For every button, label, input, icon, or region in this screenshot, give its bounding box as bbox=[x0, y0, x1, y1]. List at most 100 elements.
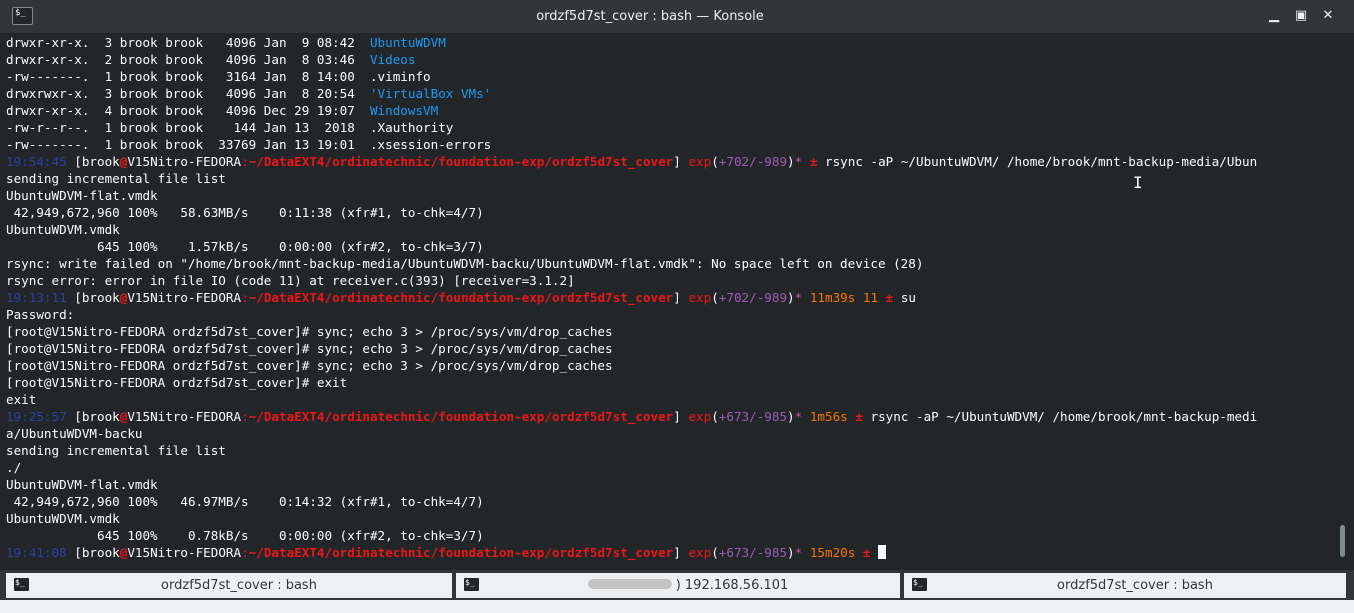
listing-row: -rw-r--r--. 1 brook brook 144 Jan 13 201… bbox=[6, 119, 1257, 136]
output-line: 645 100% 1.57kB/s 0:00:00 (xfr#2, to-chk… bbox=[6, 238, 1257, 255]
output-text: exit bbox=[6, 392, 37, 407]
listing-name: .viminfo bbox=[369, 69, 431, 84]
listing-meta: -rw-r--r--. 1 brook brook 144 Jan 13 201… bbox=[6, 120, 370, 135]
git-counts: +673/-985 bbox=[718, 409, 788, 424]
prompt-symbol: ± bbox=[862, 545, 879, 560]
output-text: rsync: write failed on "/home/brook/mnt-… bbox=[6, 256, 924, 271]
maximize-button[interactable]: ▣ bbox=[1291, 6, 1311, 26]
prompt-host: V15Nitro-FEDORA bbox=[127, 154, 242, 169]
terminal-output[interactable]: drwxr-xr-x. 3 brook brook 4096 Jan 9 08:… bbox=[0, 33, 1332, 570]
tab-1[interactable]: $_ ordzf5d7st_cover : bash bbox=[6, 573, 452, 598]
output-line: UbuntuWDVM-flat.vmdk bbox=[6, 187, 1257, 204]
prompt-bracket: ] bbox=[673, 545, 689, 560]
output-text: UbuntuWDVM.vmdk bbox=[6, 511, 120, 526]
window-title: ordzf5d7st_cover : bash — Konsole bbox=[536, 9, 764, 24]
tab-2[interactable]: $_ ) 192.168.56.101 bbox=[456, 573, 900, 598]
git-counts: +702/-989 bbox=[718, 290, 788, 305]
prompt-colon: : bbox=[241, 409, 249, 424]
output-line: 42,949,672,960 100% 46.97MB/s 0:14:32 (x… bbox=[6, 493, 1257, 510]
tab-3[interactable]: $_ ordzf5d7st_cover : bash bbox=[904, 573, 1346, 598]
prompt-time: 19:54:45 bbox=[6, 154, 67, 169]
paren: ) bbox=[787, 409, 795, 424]
paren: ( bbox=[711, 290, 719, 305]
git-branch: exp bbox=[688, 545, 712, 560]
output-line: rsync error: error in file IO (code 11) … bbox=[6, 272, 1257, 289]
command-duration: 15m20s bbox=[809, 545, 863, 560]
prompt-host: V15Nitro-FEDORA bbox=[127, 290, 242, 305]
prompt-colon: : bbox=[241, 154, 249, 169]
window-bottom-border bbox=[0, 600, 1354, 613]
prompt-colon: : bbox=[241, 290, 249, 305]
tab-label: ordzf5d7st_cover : bash bbox=[161, 578, 317, 593]
prompt-path: ~/DataEXT4/ordinatechnic/foundation-exp/… bbox=[248, 290, 674, 305]
listing-row: -rw-------. 1 brook brook 33769 Jan 13 1… bbox=[6, 136, 1257, 153]
listing-meta: drwxr-xr-x. 2 brook brook 4096 Jan 8 03:… bbox=[6, 52, 370, 67]
output-text: 42,949,672,960 100% 58.63MB/s 0:11:38 (x… bbox=[6, 205, 484, 220]
terminal-icon: $_ bbox=[464, 578, 479, 591]
output-line: [root@V15Nitro-FEDORA ordzf5d7st_cover]#… bbox=[6, 340, 1257, 357]
listing-name: WindowsVM bbox=[369, 103, 439, 118]
output-text: [root@V15Nitro-FEDORA ordzf5d7st_cover]#… bbox=[6, 324, 613, 339]
output-line: sending incremental file list bbox=[6, 442, 1257, 459]
paren: ) bbox=[787, 290, 795, 305]
listing-row: -rw-------. 1 brook brook 3164 Jan 8 14:… bbox=[6, 68, 1257, 85]
output-text: [root@V15Nitro-FEDORA ordzf5d7st_cover]#… bbox=[6, 341, 613, 356]
output-line: [root@V15Nitro-FEDORA ordzf5d7st_cover]#… bbox=[6, 323, 1257, 340]
prompt-user: [brook bbox=[66, 409, 120, 424]
command-duration: 11m39s bbox=[809, 290, 863, 305]
listing-name: 'VirtualBox VMs' bbox=[369, 86, 492, 101]
output-line: 645 100% 0.78kB/s 0:00:00 (xfr#2, to-chk… bbox=[6, 527, 1257, 544]
git-counts: +702/-989 bbox=[718, 154, 788, 169]
listing-row: drwxr-xr-x. 4 brook brook 4096 Dec 29 19… bbox=[6, 102, 1257, 119]
tab-bar: $_ ordzf5d7st_cover : bash $_ ) 192.168.… bbox=[0, 570, 1354, 600]
output-text: [root@V15Nitro-FEDORA ordzf5d7st_cover]#… bbox=[6, 375, 348, 390]
output-line: UbuntuWDVM.vmdk bbox=[6, 221, 1257, 238]
text-cursor-icon: I bbox=[1133, 173, 1143, 192]
output-line: Password: bbox=[6, 306, 1257, 323]
listing-name: .Xauthority bbox=[369, 120, 454, 135]
command-text: rsync -aP ~/UbuntuWDVM/ /home/brook/mnt-… bbox=[870, 409, 1258, 424]
prompt-path: ~/DataEXT4/ordinatechnic/foundation-exp/… bbox=[248, 545, 674, 560]
prompt-path: ~/DataEXT4/ordinatechnic/foundation-exp/… bbox=[248, 409, 674, 424]
output-line: UbuntuWDVM.vmdk bbox=[6, 510, 1257, 527]
prompt-symbol: ± bbox=[809, 154, 825, 169]
scrollbar-thumb[interactable] bbox=[1340, 525, 1345, 557]
paren: ) bbox=[787, 154, 795, 169]
prompt-bracket: ] bbox=[673, 290, 689, 305]
output-text: sending incremental file list bbox=[6, 171, 226, 186]
output-text: UbuntuWDVM-flat.vmdk bbox=[6, 188, 158, 203]
output-line: 42,949,672,960 100% 58.63MB/s 0:11:38 (x… bbox=[6, 204, 1257, 221]
git-counts: +673/-985 bbox=[718, 545, 788, 560]
prompt-host: V15Nitro-FEDORA bbox=[127, 545, 242, 560]
listing-meta: drwxr-xr-x. 4 brook brook 4096 Dec 29 19… bbox=[6, 103, 370, 118]
output-text: UbuntuWDVM.vmdk bbox=[6, 222, 120, 237]
minimize-button[interactable]: ▁ bbox=[1264, 6, 1284, 26]
terminal-cursor bbox=[878, 545, 887, 559]
git-branch: exp bbox=[688, 290, 712, 305]
scrollbar[interactable] bbox=[1332, 33, 1354, 570]
prompt-time: 19:25:57 bbox=[6, 409, 67, 424]
listing-name: Videos bbox=[369, 52, 416, 67]
title-bar[interactable]: $_ ordzf5d7st_cover : bash — Konsole ▁ ▣… bbox=[0, 0, 1354, 33]
terminal-icon: $_ bbox=[14, 578, 29, 591]
konsole-window: $_ ordzf5d7st_cover : bash — Konsole ▁ ▣… bbox=[0, 0, 1354, 613]
output-text: [root@V15Nitro-FEDORA ordzf5d7st_cover]#… bbox=[6, 358, 613, 373]
prompt-symbol: ± bbox=[885, 290, 901, 305]
output-line: sending incremental file list bbox=[6, 170, 1257, 187]
close-button[interactable]: ✕ bbox=[1318, 6, 1338, 26]
prompt-path: ~/DataEXT4/ordinatechnic/foundation-exp/… bbox=[248, 154, 674, 169]
paren: ) bbox=[787, 545, 795, 560]
output-text: ./ bbox=[6, 460, 22, 475]
tab-label: ordzf5d7st_cover : bash bbox=[1057, 578, 1213, 593]
output-line: [root@V15Nitro-FEDORA ordzf5d7st_cover]#… bbox=[6, 357, 1257, 374]
prompt-line: 19:41:08 [brook@V15Nitro-FEDORA:~/DataEX… bbox=[6, 544, 1257, 561]
listing-row: drwxr-xr-x. 2 brook brook 4096 Jan 8 03:… bbox=[6, 51, 1257, 68]
output-text: sending incremental file list bbox=[6, 443, 226, 458]
output-text: 42,949,672,960 100% 46.97MB/s 0:14:32 (x… bbox=[6, 494, 484, 509]
prompt-time: 19:41:08 bbox=[6, 545, 67, 560]
output-text: Password: bbox=[6, 307, 75, 322]
listing-meta: drwxrwxr-x. 3 brook brook 4096 Jan 8 20:… bbox=[6, 86, 370, 101]
git-branch: exp bbox=[688, 154, 712, 169]
